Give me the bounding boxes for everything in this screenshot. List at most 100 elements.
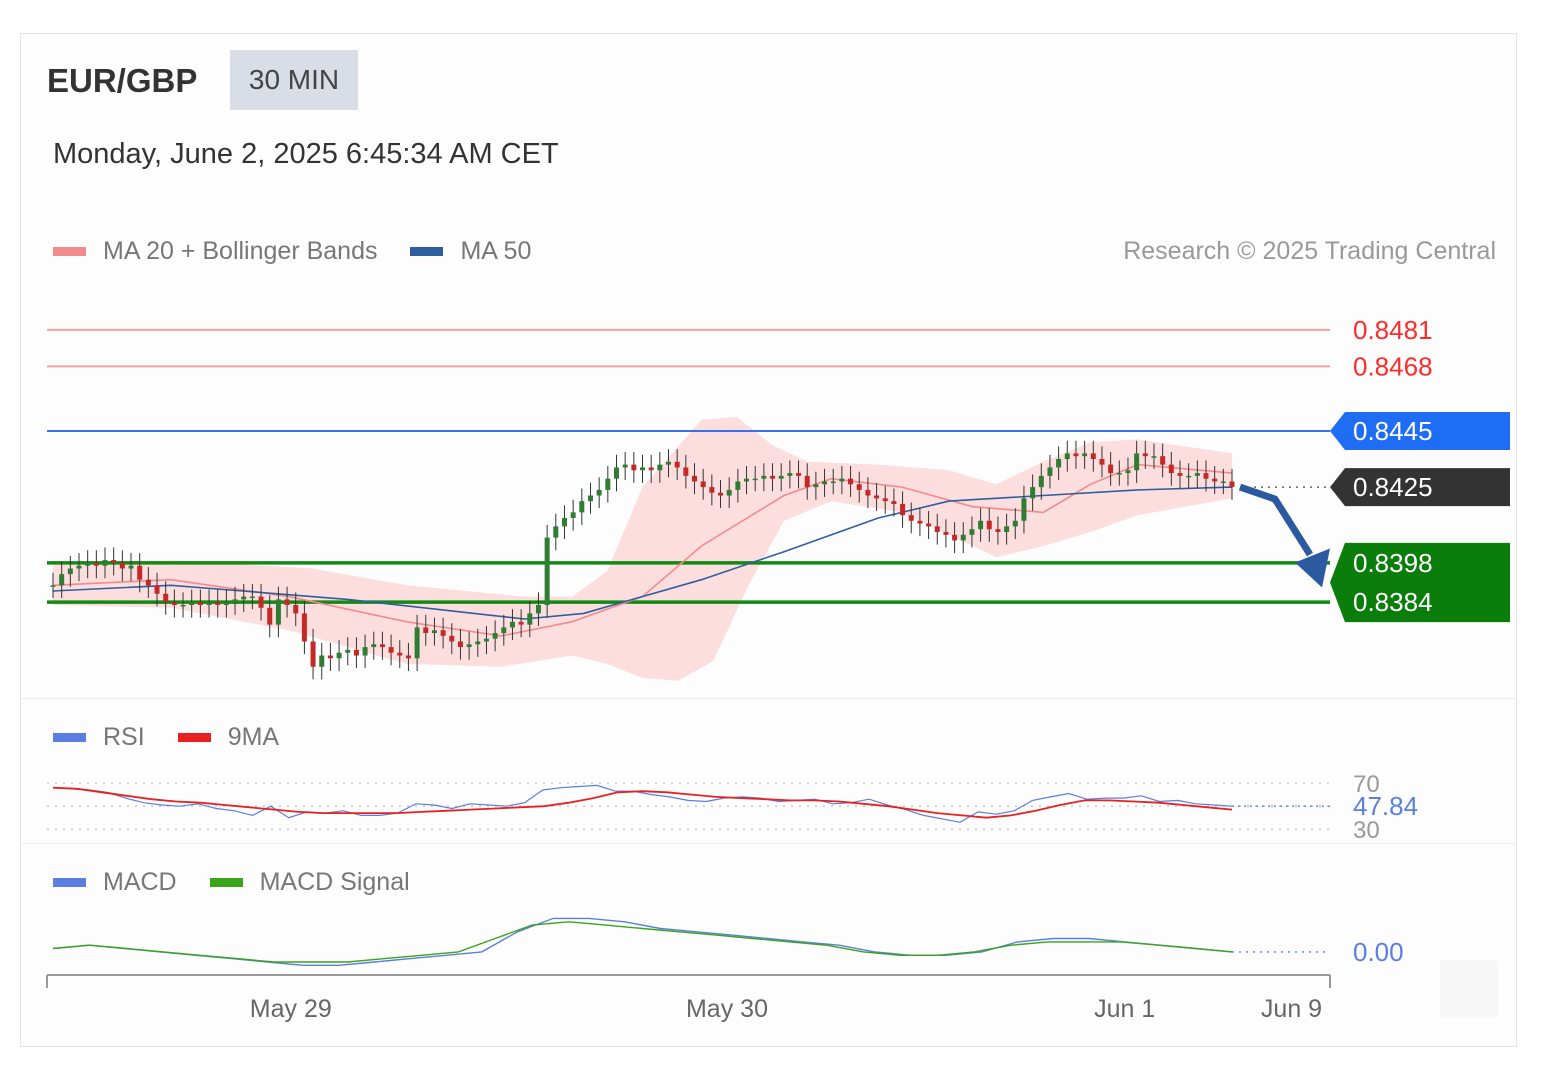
last-level-label: 0.8425 (1353, 472, 1433, 502)
candle (128, 565, 134, 569)
candle (1142, 453, 1148, 457)
candle (1099, 459, 1105, 465)
candle (241, 596, 247, 600)
candle (1038, 475, 1044, 488)
candle (666, 461, 672, 465)
resistance-level-label: 0.8468 (1353, 351, 1433, 381)
candle (839, 478, 845, 482)
candle (648, 467, 654, 471)
candle (579, 501, 585, 513)
candle (145, 579, 151, 586)
candle (856, 484, 862, 490)
candle (761, 475, 767, 479)
candle (137, 565, 143, 580)
candle (197, 602, 203, 605)
candle (995, 529, 1001, 533)
candle (622, 464, 628, 468)
candle (709, 487, 715, 493)
candle (336, 652, 342, 659)
candle (631, 464, 637, 471)
candle (1004, 526, 1010, 533)
x-axis-tick-label: May 30 (686, 995, 768, 1023)
candle (1021, 498, 1027, 521)
candle (492, 633, 498, 639)
candle (1056, 459, 1062, 468)
pivot-level-label: 0.8445 (1353, 416, 1433, 446)
x-axis-tick-label: May 29 (250, 995, 332, 1023)
candle (1125, 470, 1131, 474)
x-axis-tick-label: Jun 1 (1094, 995, 1155, 1023)
candle (535, 604, 541, 614)
candle (258, 596, 264, 608)
candle (952, 534, 958, 541)
candle (431, 630, 437, 634)
candle (822, 481, 828, 485)
candle (986, 520, 992, 530)
candle (379, 644, 385, 648)
candle (804, 475, 810, 488)
candle (718, 492, 724, 496)
candle (353, 649, 359, 656)
candle (692, 475, 698, 482)
candle (50, 585, 56, 587)
candle (267, 607, 273, 625)
candle (414, 627, 420, 659)
candle (1012, 520, 1018, 527)
candle (787, 473, 793, 476)
candle (613, 467, 619, 479)
forecast-arrow (1238, 483, 1313, 557)
candle (865, 489, 871, 496)
candle (362, 647, 368, 656)
candle (830, 481, 836, 483)
candle (423, 627, 429, 634)
support-level-label: 0.8384 (1353, 587, 1433, 617)
macd-series-line (52, 921, 1233, 963)
candle (587, 495, 593, 502)
candle (284, 599, 290, 605)
candle (189, 602, 195, 605)
candle (440, 630, 446, 636)
candle (605, 478, 611, 490)
candle (301, 613, 307, 642)
candle (553, 526, 559, 538)
candle (102, 560, 108, 566)
candle (67, 568, 73, 575)
candle (908, 515, 914, 521)
candle (640, 467, 645, 471)
candle (397, 652, 403, 656)
candle (813, 484, 819, 488)
candle (1194, 473, 1200, 476)
candle (934, 526, 940, 533)
candle (76, 565, 82, 569)
candle (1082, 453, 1088, 457)
candle (1134, 453, 1140, 471)
candle (1168, 464, 1174, 474)
candle (180, 604, 186, 607)
candle (215, 602, 221, 605)
x-axis-tick-label: Jun 9 (1261, 995, 1322, 1023)
candle (561, 517, 567, 527)
candle (449, 635, 455, 642)
candle (1177, 473, 1183, 476)
candle (518, 621, 524, 625)
candle (596, 489, 602, 496)
candle (726, 489, 732, 496)
candle (119, 562, 125, 569)
candle (735, 481, 741, 490)
candle (206, 602, 212, 605)
candle (85, 562, 91, 566)
candle (466, 644, 472, 648)
candle (1151, 456, 1157, 458)
candle (960, 534, 966, 541)
candle (232, 599, 238, 603)
rsi-reference-label: 30 (1353, 817, 1380, 844)
candle (683, 467, 689, 476)
candle (926, 523, 932, 527)
candle (874, 495, 880, 499)
candle (371, 644, 377, 648)
candle (483, 638, 489, 642)
candle (882, 498, 888, 502)
candle (752, 478, 758, 481)
candle (1220, 481, 1226, 483)
candle (527, 613, 533, 625)
